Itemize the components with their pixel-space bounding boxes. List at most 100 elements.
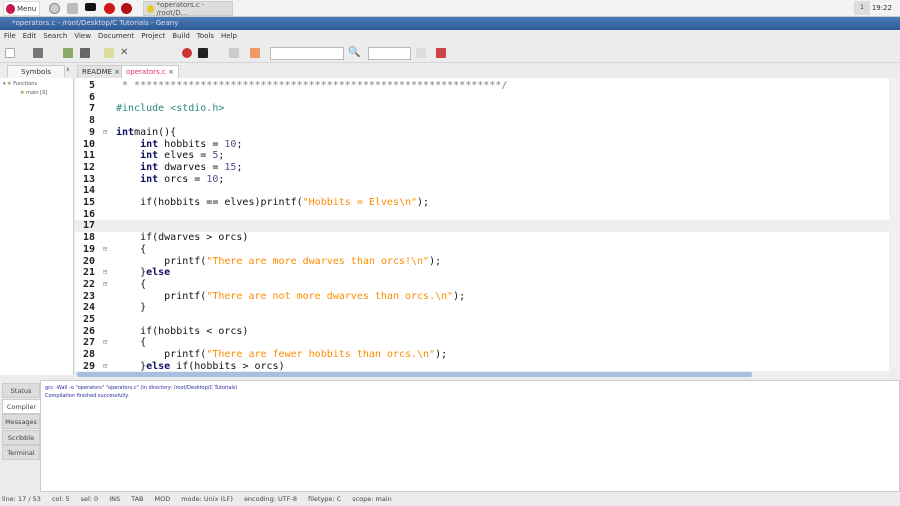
- code-token: printf(: [116, 349, 207, 361]
- quit-icon[interactable]: [436, 48, 446, 58]
- wolfram-icon[interactable]: [121, 3, 132, 14]
- raspberry-app-icon[interactable]: [104, 3, 115, 14]
- code-text: int hobbits = 10;: [116, 139, 242, 151]
- code-line[interactable]: 22 ⊟ {: [75, 279, 889, 291]
- menu-tools[interactable]: Tools: [197, 30, 214, 43]
- fold-marker-icon[interactable]: ⊟: [103, 127, 107, 139]
- menu-search[interactable]: Search: [43, 30, 67, 43]
- terminal-icon[interactable]: [85, 3, 96, 11]
- panel-tab-terminal[interactable]: Terminal: [2, 445, 40, 460]
- panel-tab-scribble[interactable]: Scribble: [2, 429, 40, 445]
- search-icon[interactable]: 🔍: [348, 48, 360, 58]
- menu-view[interactable]: View: [74, 30, 91, 43]
- keyboard-indicator[interactable]: 1: [854, 1, 870, 15]
- code-line[interactable]: 14: [75, 185, 889, 197]
- close-tab-icon[interactable]: ×: [114, 68, 120, 76]
- code-line[interactable]: 29 ⊟ }else if(hobbits > orcs): [75, 361, 889, 371]
- code-line[interactable]: 18 if(dwarves > orcs): [75, 232, 889, 244]
- code-line[interactable]: 12 int dwarves = 15;: [75, 162, 889, 174]
- search-input[interactable]: [270, 47, 344, 60]
- code-line[interactable]: 10 int hobbits = 10;: [75, 139, 889, 151]
- code-line[interactable]: 20 printf("There are more dwarves than o…: [75, 256, 889, 268]
- tab-symbols[interactable]: Symbols: [7, 65, 65, 78]
- menu-help[interactable]: Help: [221, 30, 237, 43]
- color-chooser-icon[interactable]: [250, 48, 260, 58]
- taskbar-window-geany[interactable]: *operators.c - /root/D...: [143, 1, 233, 17]
- save-all-icon[interactable]: [80, 48, 90, 58]
- compile-icon[interactable]: [182, 48, 192, 58]
- code-text: {: [116, 279, 146, 291]
- code-line[interactable]: 21 ⊟ }else: [75, 267, 889, 279]
- line-number: 6: [88, 91, 95, 103]
- build-icon[interactable]: [198, 48, 208, 58]
- code-line[interactable]: 23 printf("There are not more dwarves th…: [75, 291, 889, 303]
- code-line[interactable]: 13 int orcs = 10;: [75, 174, 889, 186]
- fold-marker-icon[interactable]: ⊟: [103, 267, 107, 279]
- code-line[interactable]: 17: [75, 220, 889, 233]
- goto-line-input[interactable]: [368, 47, 411, 60]
- fold-marker-icon[interactable]: ⊟: [103, 244, 107, 256]
- code-line[interactable]: 25: [75, 314, 889, 326]
- tree-item-main[interactable]: ❖ main [9]: [20, 90, 47, 96]
- code-token: );: [417, 197, 430, 208]
- code-text: int elves = 5;: [116, 150, 224, 162]
- code-line[interactable]: 16: [75, 209, 889, 221]
- code-token: ;: [218, 150, 225, 162]
- code-line[interactable]: 24 }: [75, 302, 889, 314]
- close-icon[interactable]: ✕: [120, 48, 130, 58]
- file-manager-icon[interactable]: [67, 3, 78, 14]
- browser-icon[interactable]: [49, 3, 60, 14]
- code-text: printf("There are more dwarves than orcs…: [116, 256, 441, 268]
- panel-tab-compiler[interactable]: Compiler: [2, 398, 40, 414]
- line-number: 21: [82, 267, 95, 279]
- close-tab-icon[interactable]: ×: [168, 68, 174, 76]
- open-file-icon[interactable]: [33, 48, 43, 58]
- panel-tab-status[interactable]: Status: [2, 383, 40, 398]
- code-text: }else: [116, 267, 170, 279]
- code-line[interactable]: 8: [75, 115, 889, 127]
- execute-icon[interactable]: [229, 48, 239, 58]
- tab-operators-c[interactable]: operators.c ×: [121, 65, 179, 78]
- new-file-icon[interactable]: [5, 48, 15, 58]
- code-line[interactable]: 6: [75, 92, 889, 104]
- code-line[interactable]: 19 ⊟ {: [75, 244, 889, 256]
- revert-icon[interactable]: [104, 48, 114, 58]
- compiler-output: gcc -Wall -o "operators" "operators.c" (…: [40, 380, 900, 492]
- code-token: "There are not more dwarves than orcs.\n…: [206, 290, 454, 302]
- code-line[interactable]: 26 if(hobbits < orcs): [75, 326, 889, 338]
- menu-project[interactable]: Project: [141, 30, 165, 43]
- code-token: int: [140, 150, 159, 162]
- chevron-right-icon[interactable]: ›: [66, 65, 70, 75]
- code-line[interactable]: 28 printf("There are fewer hobbits than …: [75, 349, 889, 361]
- vertical-scrollbar[interactable]: [889, 78, 900, 371]
- code-token: }: [116, 302, 147, 314]
- menu-document[interactable]: Document: [98, 30, 134, 43]
- menu-button[interactable]: Menu: [3, 1, 40, 16]
- goto-icon[interactable]: [416, 48, 426, 58]
- panel-tab-messages[interactable]: Messages: [2, 414, 40, 429]
- fold-marker-icon[interactable]: ⊟: [103, 361, 107, 371]
- code-token: {: [116, 243, 147, 255]
- code-line[interactable]: 27 ⊟ {: [75, 337, 889, 349]
- menu-edit[interactable]: Edit: [23, 30, 37, 43]
- code-token: }: [116, 267, 147, 279]
- line-number: 9: [88, 126, 95, 138]
- fold-marker-icon[interactable]: ⊟: [103, 279, 107, 291]
- code-line[interactable]: 15 if(hobbits == elves)printf("Hobbits =…: [75, 197, 889, 209]
- code-token: dwarves =: [158, 161, 225, 173]
- code-text: }else if(hobbits > orcs): [116, 361, 285, 371]
- horizontal-scrollbar[interactable]: [75, 371, 889, 378]
- fold-marker-icon[interactable]: ⊟: [103, 337, 107, 349]
- code-line[interactable]: 11 int elves = 5;: [75, 150, 889, 162]
- code-token: hobbits =: [158, 138, 225, 150]
- code-line[interactable]: 5 * ************************************…: [75, 80, 889, 92]
- tree-item-functions[interactable]: ▾ ❖ Functions: [3, 81, 37, 87]
- menu-build[interactable]: Build: [172, 30, 190, 43]
- code-editor[interactable]: 5 * ************************************…: [75, 78, 889, 371]
- code-line[interactable]: 7 #include <stdio.h>: [75, 103, 889, 115]
- scrollbar-thumb[interactable]: [77, 372, 752, 377]
- tab-readme[interactable]: README ×: [77, 65, 126, 78]
- menu-file[interactable]: File: [4, 30, 16, 43]
- code-line[interactable]: 9 ⊟ intmain(){: [75, 127, 889, 139]
- save-icon[interactable]: [63, 48, 73, 58]
